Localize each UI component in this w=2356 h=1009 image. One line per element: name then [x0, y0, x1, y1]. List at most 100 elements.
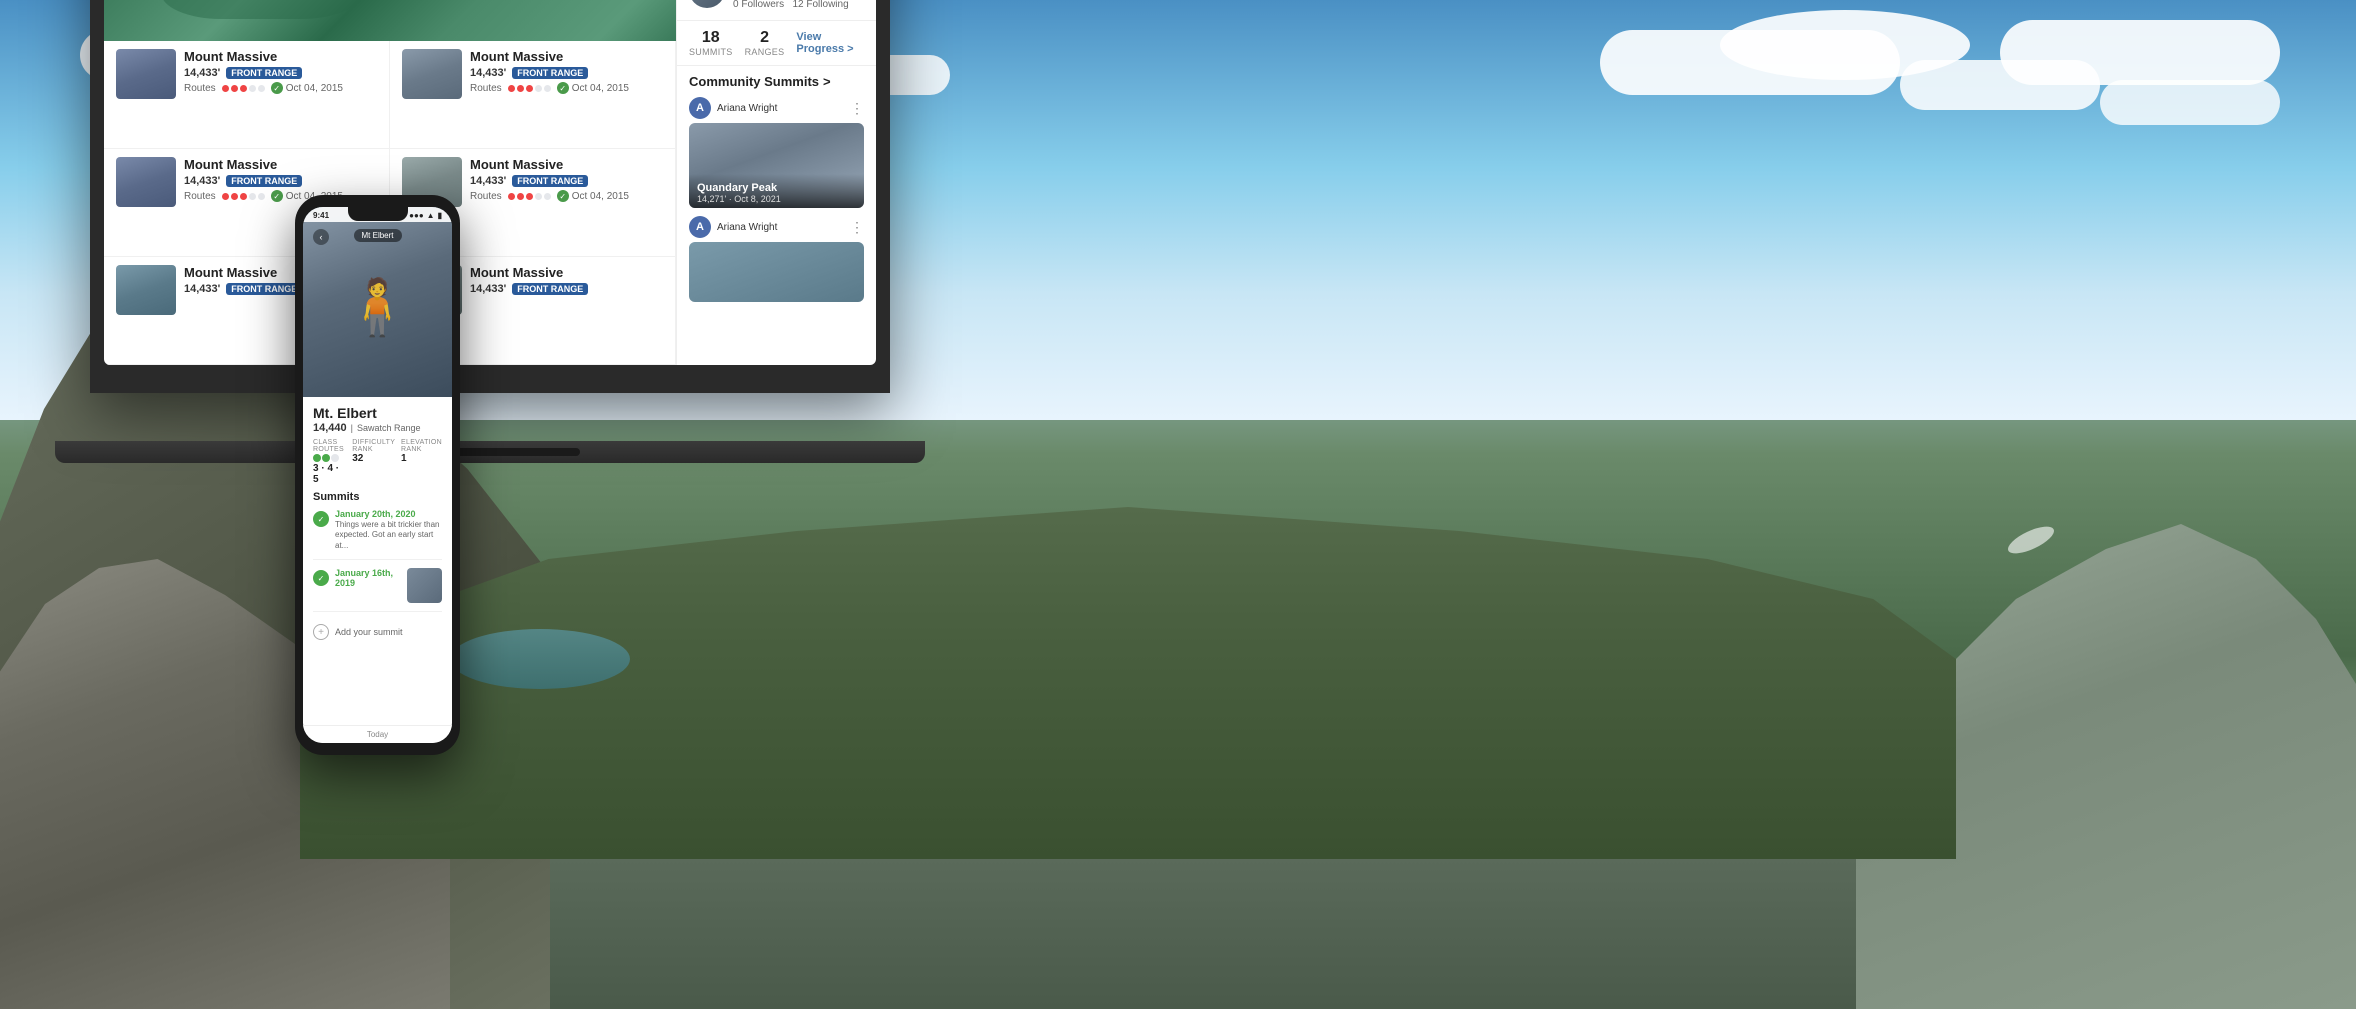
check-icon-1: ✓ — [271, 82, 283, 94]
phone-summit-date-2: January 16th, 2019 — [335, 568, 401, 588]
phone-summit-thumb-2 — [407, 568, 442, 603]
phone-stat-value-routes: 3 · 4 · 5 — [313, 463, 346, 485]
lake — [450, 629, 630, 689]
post-menu-icon-1[interactable]: ⋮ — [850, 100, 864, 117]
phone-stats-row: CLASS ROUTES 3 · 4 · 5 DIFFICULTY RANK 3… — [313, 439, 442, 485]
post-menu-icon-2[interactable]: ⋮ — [850, 219, 864, 236]
dot-5 — [258, 85, 265, 92]
route-dot-2 — [322, 454, 330, 462]
phone-stat-routes: CLASS ROUTES 3 · 4 · 5 — [313, 439, 346, 485]
phone-add-summit[interactable]: + Add your summit — [313, 620, 442, 644]
phone-peak-title: Mt. Elbert — [313, 405, 442, 421]
phone-content: Mt. Elbert 14,440 | Sawatch Range CLASS … — [303, 397, 452, 652]
cloud-12 — [2000, 20, 2280, 85]
check-icon-3: ✓ — [271, 190, 283, 202]
phone-summit-info-2: January 16th, 2019 — [335, 568, 401, 589]
thumb-img-1 — [116, 49, 176, 99]
mountain-info-1: Mount Massive 14,433' FRONT RANGE Routes — [184, 49, 377, 94]
post-avatar-1: A — [689, 97, 711, 119]
laptop-mockup: C Colorado 14ers Mountains Colorado(58) … — [90, 0, 890, 463]
phone-back-button[interactable]: ‹ — [313, 229, 329, 245]
laptop-body: C Colorado 14ers Mountains Colorado(58) … — [90, 0, 890, 393]
post-peak-meta-1: 14,271' · Oct 8, 2021 — [697, 194, 856, 204]
phone-peak-elevation-row: 14,440 | Sawatch Range — [313, 422, 442, 434]
mountain-info-6: Mount Massive 14,433' FRONT RANGE — [470, 265, 663, 298]
elevation-6: 14,433' — [470, 283, 506, 295]
post-user-1: A Ariana Wright — [689, 97, 777, 119]
mountain-meta-3: 14,433' FRONT RANGE — [184, 175, 377, 187]
battery-icon: ▮ — [438, 211, 442, 220]
community-post-1: A Ariana Wright ⋮ Quandary Pea — [689, 97, 864, 208]
phone-hero: 🧍 ‹ Mt Elbert — [303, 207, 452, 407]
elevation-1: 14,433' — [184, 67, 220, 79]
phone-elevation: 14,440 — [313, 422, 347, 434]
route-dot-1 — [313, 454, 321, 462]
mountain-meta-2: 14,433' FRONT RANGE — [470, 67, 663, 79]
mountain-thumb-2 — [402, 49, 462, 99]
range-5: FRONT RANGE — [226, 283, 302, 295]
mountain-meta-4: 14,433' FRONT RANGE — [470, 175, 663, 187]
range-6: FRONT RANGE — [512, 283, 588, 295]
mountain-meta-6: 14,433' FRONT RANGE — [470, 283, 663, 295]
ranges-count: 2 — [745, 29, 785, 47]
summits-count: 18 — [689, 29, 733, 47]
thumb-img-5 — [116, 265, 176, 315]
phone-summit-date-1: January 20th, 2020 — [335, 509, 442, 519]
phone-stat-label-routes: CLASS ROUTES — [313, 439, 346, 453]
mountain-name-1: Mount Massive — [184, 49, 377, 64]
routes-label-4: Routes — [470, 191, 502, 202]
signal-icon: ●●● — [409, 211, 424, 220]
mountain-item-2[interactable]: Mount Massive 14,433' FRONT RANGE Routes — [390, 41, 676, 149]
view-progress-link[interactable]: View Progress > — [796, 31, 864, 55]
phone-time: 9:41 — [313, 211, 329, 220]
phone-body: 9:41 ●●● ▲ ▮ 🧍 ‹ Mt Elbert M — [295, 195, 460, 755]
phone-stat-label-difficulty: DIFFICULTY RANK — [352, 439, 395, 453]
routes-label-1: Routes — [184, 83, 216, 94]
dot-rating-4 — [508, 193, 551, 200]
range-4: FRONT RANGE — [512, 175, 588, 187]
phone-stat-value-difficulty: 32 — [352, 453, 395, 464]
phone-mockup: 9:41 ●●● ▲ ▮ 🧍 ‹ Mt Elbert M — [295, 195, 460, 755]
phone-divider: | — [351, 423, 353, 433]
plus-icon: + — [313, 624, 329, 640]
mountain-item-1[interactable]: Mount Massive 14,433' FRONT RANGE Routes — [104, 41, 390, 149]
map-container[interactable]: Leadville Malta Mount Massive Mount Mass… — [104, 0, 676, 41]
mountain-thumb-5 — [116, 265, 176, 315]
app-body: Leadville Malta Mount Massive Mount Mass… — [104, 0, 876, 365]
routes-row-2: Routes — [470, 82, 663, 94]
post-peak-name-1: Quandary Peak — [697, 182, 856, 194]
routes-row-1: Routes — [184, 82, 377, 94]
dot-1 — [222, 85, 229, 92]
post-caption-1: Quandary Peak 14,271' · Oct 8, 2021 — [689, 174, 864, 208]
user-info: Jeremiah Harris Lvl 1 – Greenhorn 0 Foll… — [733, 0, 864, 10]
post-header-2: A Ariana Wright ⋮ — [689, 216, 864, 238]
ranges-stat: 2 RANGES — [745, 29, 785, 57]
date-badge-1: ✓ Oct 04, 2015 — [271, 82, 343, 94]
elevation-5: 14,433' — [184, 283, 220, 295]
phone-summit-item-1: ✓ January 20th, 2020 Things were a bit t… — [313, 509, 442, 560]
phone-stat-elevation-rank: ELEVATION RANK 1 — [401, 439, 442, 485]
mountain-thumb-3 — [116, 157, 176, 207]
routes-row-4: Routes — [470, 190, 663, 202]
phone-summit-check-2: ✓ — [313, 570, 329, 586]
routes-label-2: Routes — [470, 83, 502, 94]
date-badge-4: ✓ Oct 04, 2015 — [557, 190, 629, 202]
wifi-icon: ▲ — [427, 211, 435, 220]
dot-4 — [249, 85, 256, 92]
mountain-info-2: Mount Massive 14,433' FRONT RANGE Routes — [470, 49, 663, 94]
right-sidebar: ⛰ 🧭 C 🏔 ☁ — [676, 0, 876, 365]
date-badge-2: ✓ Oct 04, 2015 — [557, 82, 629, 94]
user-avatar: JH — [689, 0, 725, 8]
elevation-4: 14,433' — [470, 175, 506, 187]
route-dot-3 — [331, 454, 339, 462]
user-profile: JH Jeremiah Harris Lvl 1 – Greenhorn 0 F… — [677, 0, 876, 21]
check-icon-2: ✓ — [557, 82, 569, 94]
phone-screen: 9:41 ●●● ▲ ▮ 🧍 ‹ Mt Elbert M — [303, 207, 452, 743]
dot-rating-1 — [222, 85, 265, 92]
phone-stat-difficulty: DIFFICULTY RANK 32 — [352, 439, 395, 485]
dot-rating-2 — [508, 85, 551, 92]
community-title: Community Summits > — [689, 74, 864, 89]
phone-summits-title: Summits — [313, 491, 442, 503]
check-icon-4: ✓ — [557, 190, 569, 202]
phone-location-bar: Mt Elbert — [353, 229, 401, 242]
